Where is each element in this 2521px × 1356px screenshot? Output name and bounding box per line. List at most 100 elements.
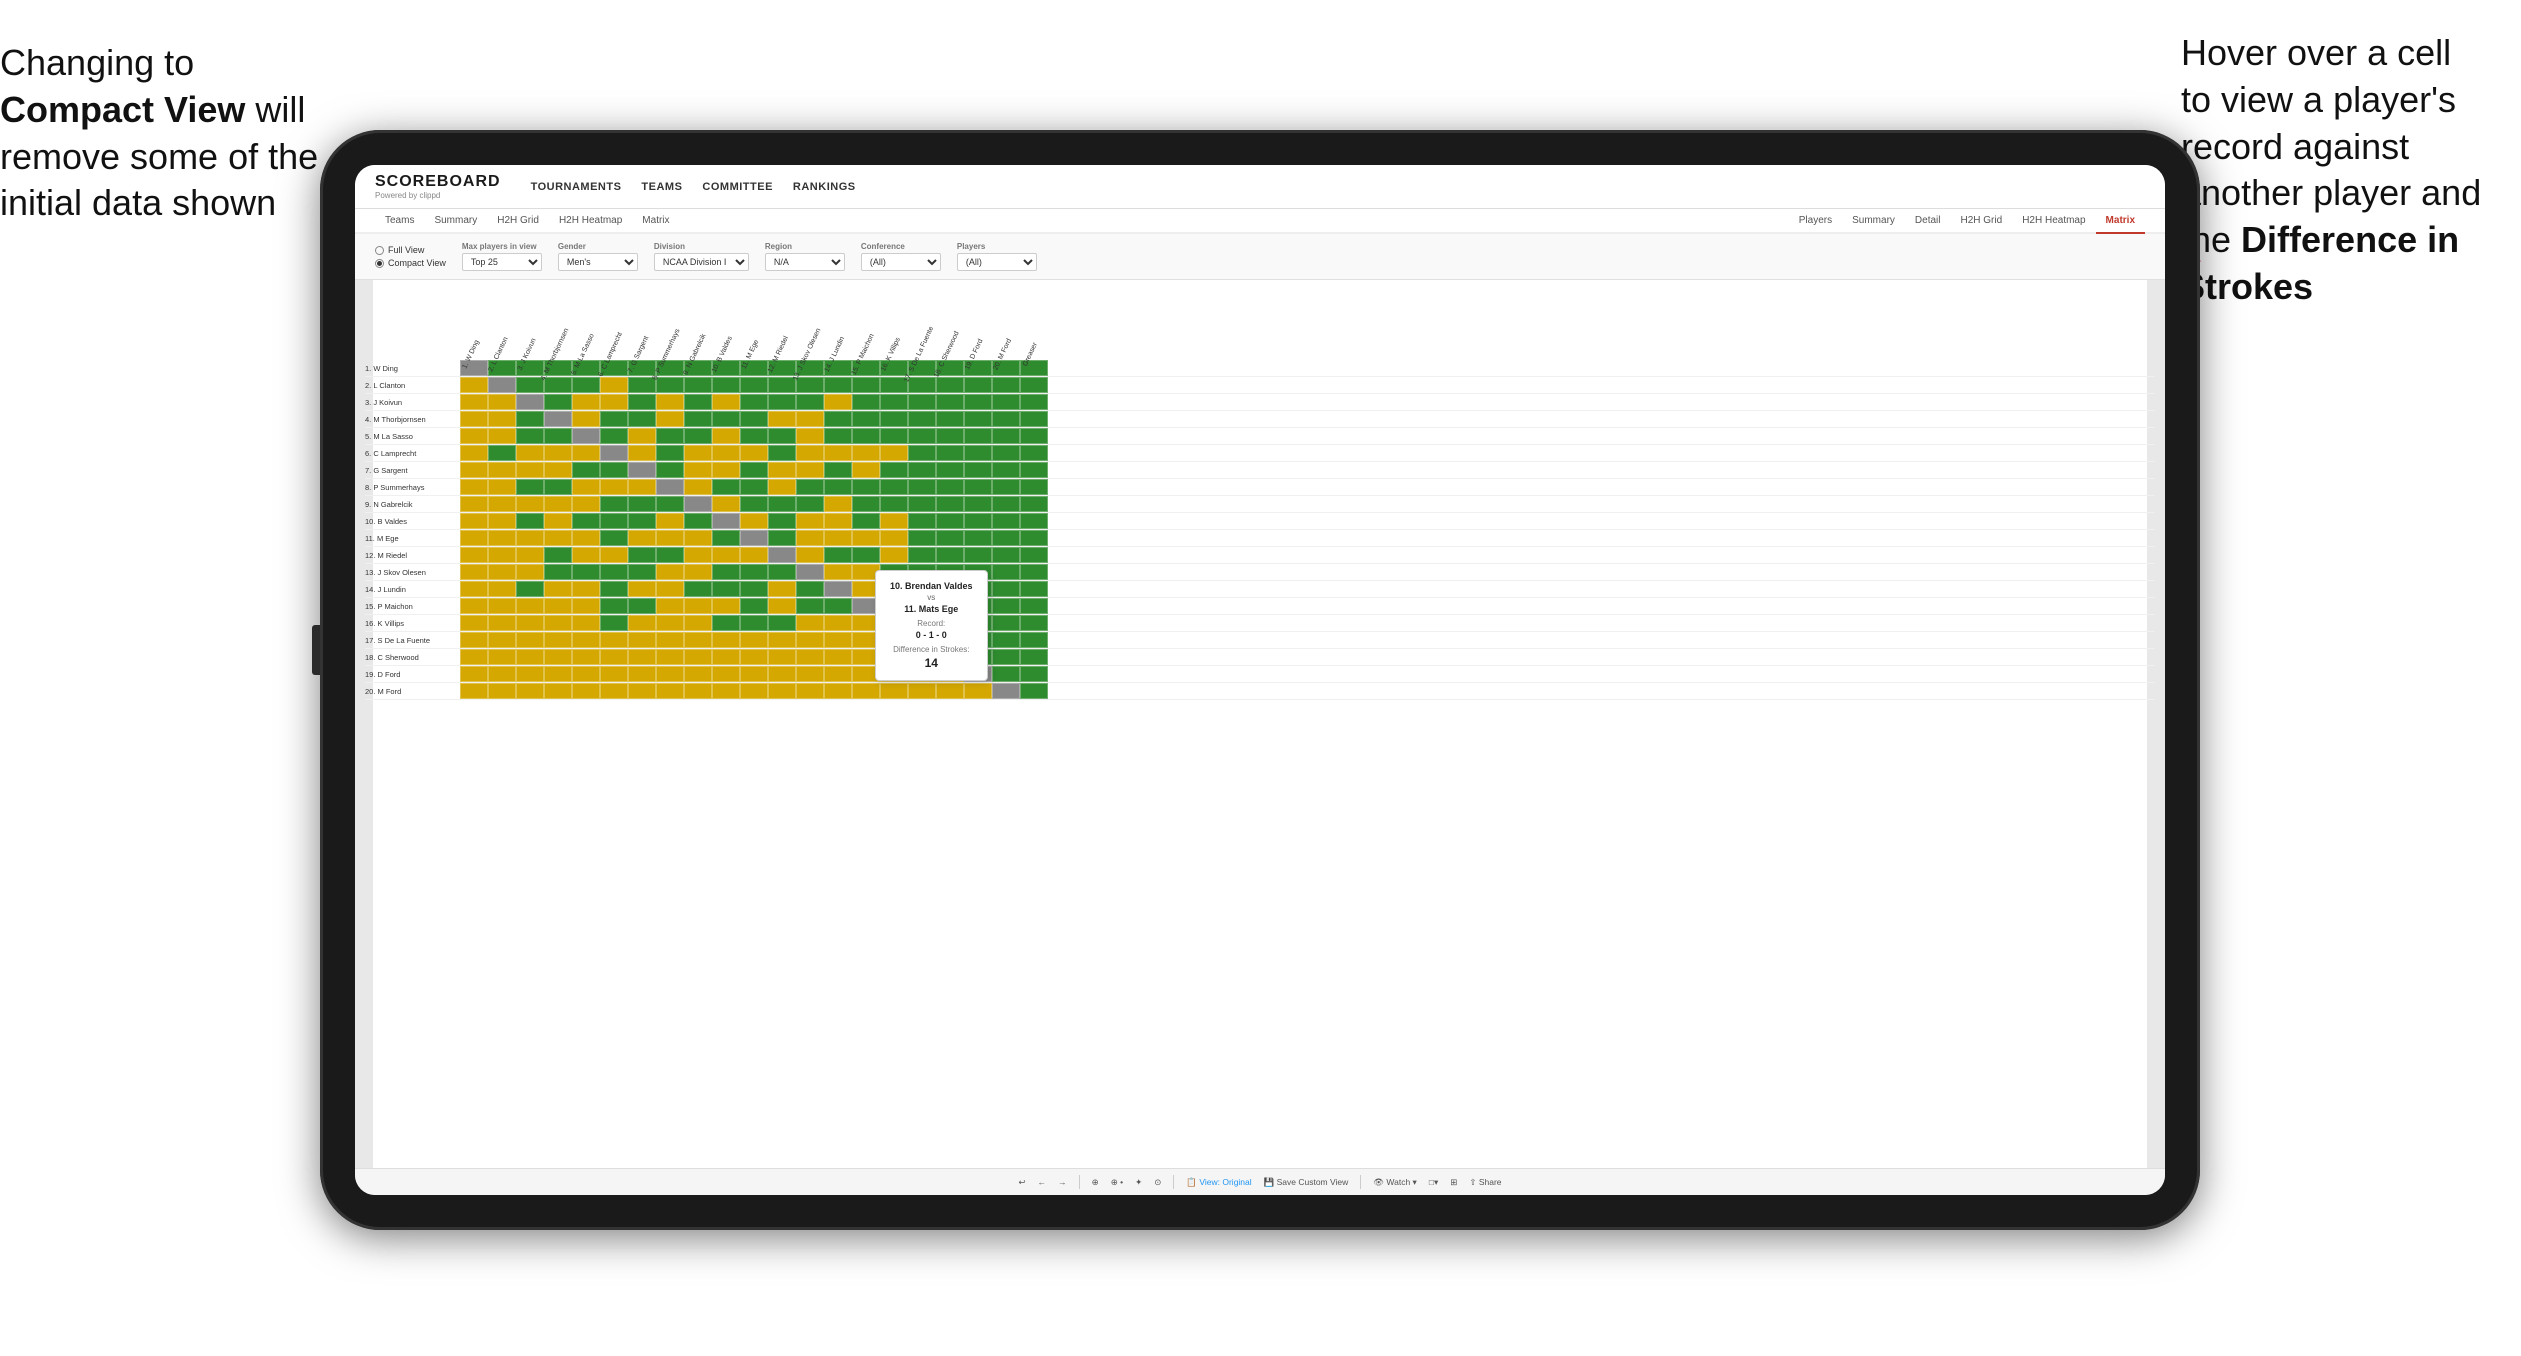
matrix-cell[interactable]: [796, 598, 824, 614]
matrix-cell[interactable]: [488, 632, 516, 648]
matrix-cell[interactable]: [544, 445, 572, 461]
matrix-cell[interactable]: [628, 547, 656, 563]
matrix-cell[interactable]: [712, 479, 740, 495]
matrix-cell[interactable]: [852, 513, 880, 529]
matrix-cell[interactable]: [600, 496, 628, 512]
matrix-cell[interactable]: [936, 394, 964, 410]
matrix-cell[interactable]: [460, 632, 488, 648]
matrix-cell[interactable]: [768, 445, 796, 461]
matrix-cell[interactable]: [572, 649, 600, 665]
matrix-cell[interactable]: [460, 564, 488, 580]
matrix-cell[interactable]: [768, 666, 796, 682]
matrix-cell[interactable]: [824, 649, 852, 665]
matrix-cell[interactable]: [684, 377, 712, 393]
matrix-cell[interactable]: [460, 530, 488, 546]
matrix-cell[interactable]: [1020, 462, 1048, 478]
matrix-cell[interactable]: [600, 462, 628, 478]
matrix-cell[interactable]: [656, 462, 684, 478]
matrix-cell[interactable]: [908, 411, 936, 427]
matrix-cell[interactable]: [684, 462, 712, 478]
matrix-cell[interactable]: [544, 530, 572, 546]
matrix-cell[interactable]: [600, 377, 628, 393]
matrix-cell[interactable]: [824, 513, 852, 529]
matrix-cell[interactable]: [712, 530, 740, 546]
matrix-cell[interactable]: [572, 513, 600, 529]
matrix-cell[interactable]: [488, 428, 516, 444]
matrix-cell[interactable]: [544, 377, 572, 393]
matrix-cell[interactable]: [684, 683, 712, 699]
matrix-cell[interactable]: [488, 564, 516, 580]
matrix-cell[interactable]: [824, 615, 852, 631]
matrix-cell[interactable]: [488, 496, 516, 512]
matrix-cell[interactable]: [684, 615, 712, 631]
matrix-cell[interactable]: [600, 513, 628, 529]
matrix-cell[interactable]: [964, 428, 992, 444]
matrix-cell[interactable]: [768, 547, 796, 563]
matrix-cell[interactable]: [656, 564, 684, 580]
matrix-cell[interactable]: [600, 564, 628, 580]
matrix-cell[interactable]: [1020, 666, 1048, 682]
matrix-cell[interactable]: [936, 428, 964, 444]
matrix-cell[interactable]: [572, 394, 600, 410]
matrix-cell[interactable]: [516, 547, 544, 563]
matrix-cell[interactable]: [964, 496, 992, 512]
matrix-cell[interactable]: [852, 530, 880, 546]
tab-detail[interactable]: Detail: [1905, 209, 1951, 234]
matrix-cell[interactable]: [852, 445, 880, 461]
matrix-cell[interactable]: [796, 564, 824, 580]
matrix-cell[interactable]: [656, 394, 684, 410]
matrix-cell[interactable]: [516, 581, 544, 597]
matrix-cell[interactable]: [880, 394, 908, 410]
matrix-cell[interactable]: [768, 632, 796, 648]
matrix-cell[interactable]: [516, 632, 544, 648]
matrix-cell[interactable]: [796, 581, 824, 597]
matrix-cell[interactable]: [712, 615, 740, 631]
matrix-cell[interactable]: [936, 547, 964, 563]
matrix-cell[interactable]: [628, 530, 656, 546]
matrix-cell[interactable]: [572, 530, 600, 546]
matrix-cell[interactable]: [768, 649, 796, 665]
matrix-cell[interactable]: [796, 632, 824, 648]
matrix-cell[interactable]: [824, 411, 852, 427]
matrix-cell[interactable]: [684, 598, 712, 614]
matrix-cell[interactable]: [852, 394, 880, 410]
matrix-cell[interactable]: [628, 411, 656, 427]
matrix-cell[interactable]: [740, 649, 768, 665]
matrix-cell[interactable]: [908, 445, 936, 461]
matrix-cell[interactable]: [600, 598, 628, 614]
matrix-cell[interactable]: [824, 394, 852, 410]
tab-matrix[interactable]: Matrix: [632, 209, 679, 234]
matrix-cell[interactable]: [1020, 530, 1048, 546]
matrix-cell[interactable]: [768, 530, 796, 546]
matrix-cell[interactable]: [572, 479, 600, 495]
toolbar-back[interactable]: ←: [1038, 1177, 1047, 1187]
matrix-cell[interactable]: [684, 496, 712, 512]
matrix-cell[interactable]: [796, 530, 824, 546]
matrix-cell[interactable]: [796, 445, 824, 461]
matrix-cell[interactable]: [852, 479, 880, 495]
matrix-cell[interactable]: [824, 683, 852, 699]
matrix-cell[interactable]: [628, 598, 656, 614]
matrix-cell[interactable]: [796, 462, 824, 478]
matrix-cell[interactable]: [460, 377, 488, 393]
matrix-cell[interactable]: [1020, 513, 1048, 529]
matrix-cell[interactable]: [1020, 377, 1048, 393]
matrix-cell[interactable]: [712, 496, 740, 512]
matrix-cell[interactable]: [992, 683, 1020, 699]
matrix-cell[interactable]: [936, 683, 964, 699]
matrix-cell[interactable]: [600, 649, 628, 665]
matrix-cell[interactable]: [712, 394, 740, 410]
matrix-cell[interactable]: [544, 598, 572, 614]
matrix-cell[interactable]: [516, 513, 544, 529]
matrix-cell[interactable]: [628, 683, 656, 699]
matrix-cell[interactable]: [824, 581, 852, 597]
matrix-cell[interactable]: [544, 462, 572, 478]
matrix-cell[interactable]: [572, 462, 600, 478]
tab-players[interactable]: Players: [1789, 209, 1842, 234]
matrix-cell[interactable]: [880, 462, 908, 478]
matrix-cell[interactable]: [684, 547, 712, 563]
matrix-cell[interactable]: [908, 462, 936, 478]
matrix-cell[interactable]: [992, 394, 1020, 410]
toolbar-watch[interactable]: 👁 Watch ▾: [1373, 1177, 1417, 1188]
matrix-cell[interactable]: [656, 530, 684, 546]
